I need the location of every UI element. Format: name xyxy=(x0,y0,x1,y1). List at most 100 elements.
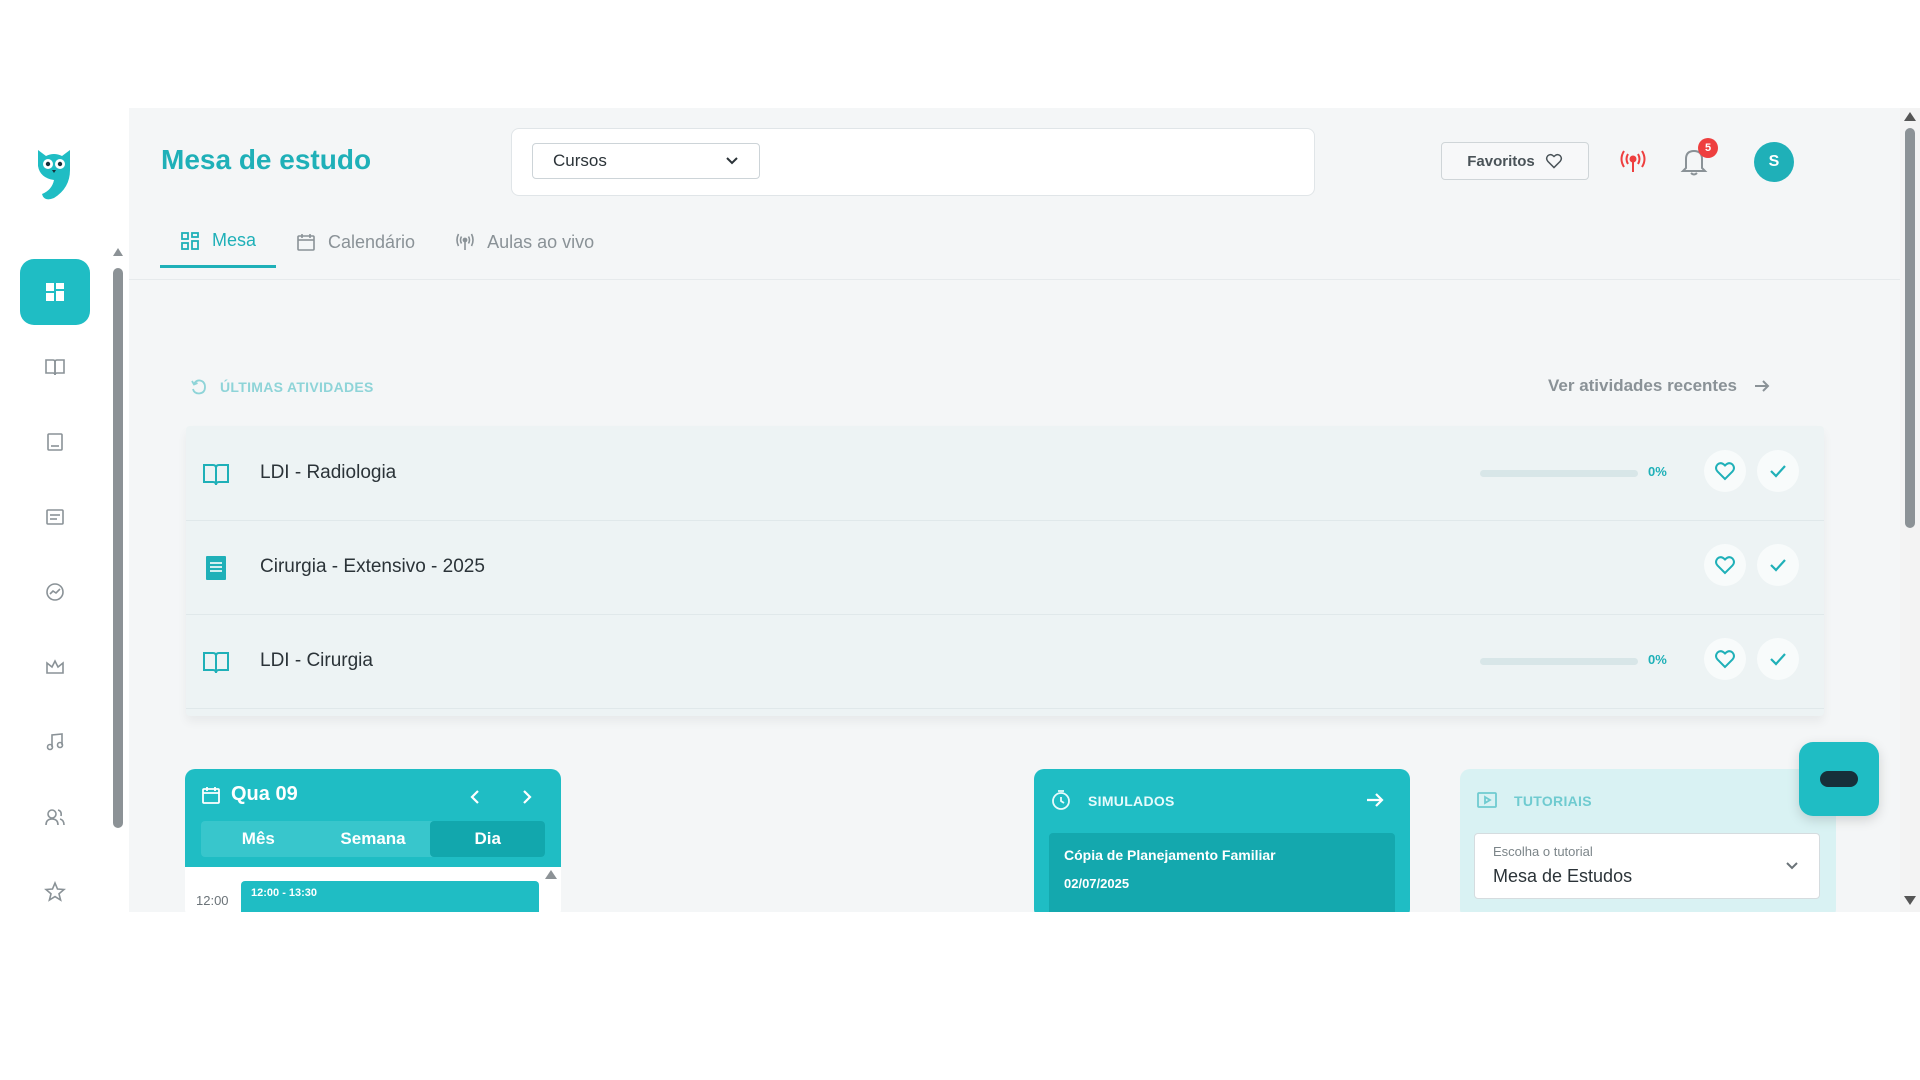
sidebar-item-dashboard[interactable] xyxy=(20,259,90,325)
calendar-date: Qua 09 xyxy=(201,783,298,806)
page-scroll-thumb[interactable] xyxy=(1905,128,1915,528)
calendar-time-label: 12:00 xyxy=(196,893,229,908)
sidebar-scroll-thumb[interactable] xyxy=(113,268,123,828)
course-type-select-value: Cursos xyxy=(553,151,607,170)
check-icon xyxy=(1770,465,1786,478)
view-recent-activities-link[interactable]: Ver atividades recentes xyxy=(1548,376,1771,396)
stopwatch-icon xyxy=(1052,790,1070,810)
sidebar-item-notebook[interactable] xyxy=(20,409,90,475)
owl-logo-icon[interactable] xyxy=(34,144,74,204)
notebook-icon xyxy=(47,433,63,451)
heart-icon xyxy=(1545,153,1562,169)
tab-mesa[interactable]: Mesa xyxy=(160,216,277,268)
users-icon xyxy=(45,809,65,826)
tab-aulas-ao-vivo[interactable]: Aulas ao vivo xyxy=(435,216,614,268)
tutoriais-title: TUTORIAIS xyxy=(1514,793,1592,809)
scroll-up-arrow-icon[interactable] xyxy=(1904,112,1916,121)
complete-activity-button[interactable] xyxy=(1757,638,1799,680)
scroll-up-arrow-icon[interactable] xyxy=(113,248,123,256)
chevron-down-icon xyxy=(726,157,738,165)
calendar-view-week[interactable]: Semana xyxy=(316,821,431,857)
check-icon xyxy=(1770,653,1786,666)
check-icon xyxy=(1770,559,1786,572)
star-icon xyxy=(44,881,66,902)
activity-row[interactable]: LDI - Radiologia 0% xyxy=(186,426,1824,521)
calendar-event-time: 12:00 - 13:30 xyxy=(251,887,318,899)
play-video-icon xyxy=(1477,792,1497,808)
course-search-bar: Cursos xyxy=(511,128,1315,196)
chevron-down-icon xyxy=(1786,862,1798,870)
activity-name: LDI - Radiologia xyxy=(260,462,397,483)
sidebar-item-performance[interactable] xyxy=(20,559,90,625)
calendar-icon xyxy=(297,234,315,251)
notifications-count-badge: 5 xyxy=(1698,138,1718,158)
course-type-select[interactable]: Cursos xyxy=(532,143,760,179)
chevron-left-icon[interactable] xyxy=(465,787,485,807)
sidebar-scrollbar[interactable] xyxy=(113,248,123,828)
simulado-item-title: Cópia de Planejamento Familiar xyxy=(1064,847,1276,863)
calendar-widget: Qua 09 Mês Semana Dia 12:00 12:00 - 13:3… xyxy=(185,769,561,912)
crown-icon xyxy=(46,659,64,674)
activity-progress-percent: 0% xyxy=(1648,464,1667,479)
simulados-title: SIMULADOS xyxy=(1088,793,1175,809)
favorites-button[interactable]: Favoritos xyxy=(1441,142,1589,180)
live-broadcast-icon[interactable] xyxy=(1618,146,1648,176)
music-note-icon xyxy=(46,733,64,751)
tutorial-select[interactable]: Escolha o tutorial Mesa de Estudos xyxy=(1474,833,1820,899)
sidebar-item-community[interactable] xyxy=(20,784,90,850)
chart-icon xyxy=(46,583,64,601)
notebook-icon xyxy=(206,556,226,580)
activities-list: LDI - Radiologia 0% Cirurgia - Extensivo… xyxy=(186,426,1824,716)
open-book-icon xyxy=(45,359,65,376)
arrow-right-icon[interactable] xyxy=(1364,789,1386,811)
chat-bubble-icon xyxy=(1820,771,1858,787)
complete-activity-button[interactable] xyxy=(1757,544,1799,586)
activity-row[interactable]: Cirurgia - Extensivo - 2025 xyxy=(186,520,1824,615)
activity-name: LDI - Cirurgia xyxy=(260,650,373,671)
favorite-activity-button[interactable] xyxy=(1704,544,1746,586)
refresh-icon xyxy=(191,379,206,395)
calendar-view-month[interactable]: Mês xyxy=(201,821,316,857)
complete-activity-button[interactable] xyxy=(1757,450,1799,492)
sidebar-item-books[interactable] xyxy=(20,334,90,400)
calendar-view-day[interactable]: Dia xyxy=(430,821,546,857)
sidebar-item-documents[interactable] xyxy=(20,484,90,550)
tabs-divider xyxy=(129,279,1901,280)
simulados-widget: SIMULADOS Cópia de Planejamento Familiar… xyxy=(1034,769,1410,912)
tab-calendario[interactable]: Calendário xyxy=(276,216,435,268)
sidebar xyxy=(0,108,129,912)
heart-icon xyxy=(1715,650,1735,669)
activity-progress-bar xyxy=(1480,470,1638,477)
simulado-item[interactable]: Cópia de Planejamento Familiar 02/07/202… xyxy=(1049,833,1395,912)
calendar-date-label: Qua 09 xyxy=(231,783,298,805)
app-window: Mesa de estudo Cursos Favoritos 5 S Mesa… xyxy=(0,108,1920,912)
open-book-icon xyxy=(203,652,229,674)
main-tabs: Mesa Calendário Aulas ao vivo xyxy=(160,216,614,268)
chevron-right-icon[interactable] xyxy=(517,787,537,807)
dashboard-icon xyxy=(46,283,64,301)
activity-row[interactable]: LDI - Cirurgia 0% xyxy=(186,614,1824,709)
sidebar-item-premium[interactable] xyxy=(20,634,90,700)
view-recent-activities-label: Ver atividades recentes xyxy=(1548,376,1738,395)
activity-name: Cirurgia - Extensivo - 2025 xyxy=(260,556,485,577)
simulado-item-date: 02/07/2025 xyxy=(1064,876,1130,891)
calendar-scroll-up-icon[interactable] xyxy=(545,870,557,879)
tutorial-select-label: Escolha o tutorial xyxy=(1493,844,1593,859)
page-scrollbar[interactable] xyxy=(1900,108,1920,912)
calendar-header: Qua 09 Mês Semana Dia xyxy=(185,769,561,867)
activity-progress-bar xyxy=(1480,658,1638,665)
sidebar-item-favorites[interactable] xyxy=(20,859,90,912)
calendar-event[interactable]: 12:00 - 13:30 xyxy=(241,881,539,912)
live-icon xyxy=(456,233,474,250)
calendar-view-switcher: Mês Semana Dia xyxy=(201,821,546,857)
tab-aulas-label: Aulas ao vivo xyxy=(487,231,595,252)
scroll-down-arrow-icon[interactable] xyxy=(1904,896,1916,905)
favorite-activity-button[interactable] xyxy=(1704,638,1746,680)
user-avatar[interactable]: S xyxy=(1754,142,1794,182)
favorite-activity-button[interactable] xyxy=(1704,450,1746,492)
open-book-icon xyxy=(203,464,229,486)
arrow-right-icon xyxy=(1755,380,1770,392)
heart-icon xyxy=(1715,556,1735,575)
chat-support-button[interactable] xyxy=(1799,742,1879,816)
sidebar-item-audio[interactable] xyxy=(20,709,90,775)
